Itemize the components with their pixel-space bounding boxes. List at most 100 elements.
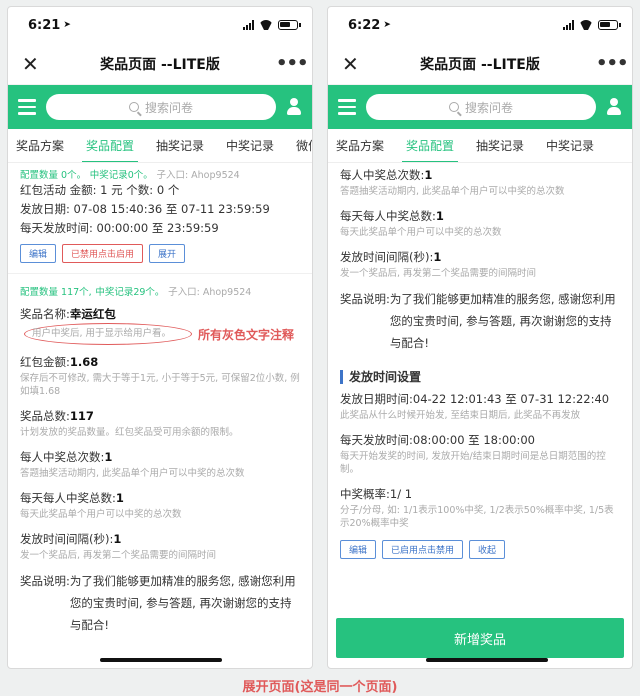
signal-icon xyxy=(563,20,574,30)
search-icon xyxy=(448,102,459,112)
user-icon[interactable] xyxy=(286,98,302,116)
prize-description: 为了我们能够更加精准的服务您, 感谢您利用您的宝贵时间, 参与答题, 再次谢谢您… xyxy=(69,574,296,632)
signal-icon xyxy=(243,20,254,30)
location-arrow-icon: ➤ xyxy=(383,20,391,30)
search-input[interactable]: 搜索问卷 xyxy=(366,94,596,120)
field-label: 每天每人中奖总数: xyxy=(340,209,436,223)
field-note: 答题抽奖活动期内, 此奖品单个用户可以中奖的总次数 xyxy=(20,468,245,479)
location-arrow-icon: ➤ xyxy=(63,20,71,30)
tab-bar: 奖品方案 奖品配置 抽奖记录 中奖记录 xyxy=(328,129,632,163)
field-label: 奖品名称: xyxy=(20,307,70,321)
expand-button[interactable]: 展开 xyxy=(149,244,186,263)
battery-icon xyxy=(278,20,301,30)
section-marker xyxy=(340,369,343,384)
status-bar: 6:21 ➤ xyxy=(8,7,312,43)
menu-icon[interactable] xyxy=(338,99,356,115)
tab-prize-plan[interactable]: 奖品方案 xyxy=(16,129,64,162)
wifi-icon xyxy=(259,20,273,30)
card-stats: 配置数量 117个, 中奖记录29个。 子入口: Ahop9524 xyxy=(20,287,252,298)
field-value: 1.68 xyxy=(69,355,99,369)
wifi-icon xyxy=(579,20,593,30)
tab-draw-records[interactable]: 抽奖记录 xyxy=(156,129,204,162)
field-note: 保存后不可修改, 需大于等于1元, 小于等于5元, 可保留2位小数, 例如填1.… xyxy=(20,373,300,397)
more-icon[interactable]: ••• xyxy=(596,53,629,74)
field-value: 1 xyxy=(115,491,124,505)
card-stats: 配置数量 0个。 中奖记录0个。 子入口: Ahop9524 xyxy=(20,170,240,181)
tab-bar: 奖品方案 奖品配置 抽奖记录 中奖记录 微信文 xyxy=(8,129,312,163)
tab-draw-records[interactable]: 抽奖记录 xyxy=(476,129,524,162)
edit-button[interactable]: 编辑 xyxy=(340,540,377,559)
field-note: 用户中奖后, 用于显示给用户看。 xyxy=(32,328,172,339)
field-label: 每人中奖总次数: xyxy=(340,168,425,182)
header-bar: 搜索问卷 xyxy=(8,85,312,129)
field-note: 每天此奖品单个用户可以中奖的总次数 xyxy=(20,509,182,520)
add-prize-button[interactable]: 新增奖品 xyxy=(336,618,624,658)
close-icon[interactable]: ✕ xyxy=(22,52,44,76)
menu-icon[interactable] xyxy=(18,99,36,115)
field-note: 答题抽奖活动期内, 此奖品单个用户可以中奖的总次数 xyxy=(340,186,565,197)
field-label: 奖品总数: xyxy=(20,409,70,423)
enable-button[interactable]: 已禁用点击启用 xyxy=(62,244,144,263)
prize-description: 为了我们能够更加精准的服务您, 感谢您利用您的宝贵时间, 参与答题, 再次谢谢您… xyxy=(389,292,616,350)
clock: 6:21 xyxy=(28,17,61,33)
tab-win-records[interactable]: 中奖记录 xyxy=(226,129,274,162)
field-note: 分子/分母, 如: 1/1表示100%中奖, 1/2表示50%概率中奖, 1/5… xyxy=(340,505,614,529)
field-label: 发放日期时间: xyxy=(340,392,413,406)
field-value: 117 xyxy=(69,409,94,423)
page-title: 奖品页面 --LITE版 xyxy=(100,56,220,73)
prize-config-list: 配置数量 0个。 中奖记录0个。 子入口: Ahop9524 红包活动 金额: … xyxy=(8,167,312,636)
field-value: 08:00:00 至 18:00:00 xyxy=(412,433,535,447)
field-note: 每天开始发奖的时间, 发放开始/结束日期时间是总日期范围的控制。 xyxy=(340,451,606,475)
status-bar: 6:22 ➤ xyxy=(328,7,632,43)
home-indicator xyxy=(426,658,548,662)
tab-prize-plan[interactable]: 奖品方案 xyxy=(336,129,384,162)
field-label: 每天每人中奖总数: xyxy=(20,491,116,505)
field-value: 04-22 12:01:43 至 07-31 12:22:40 xyxy=(412,392,610,406)
tab-prize-config[interactable]: 奖品配置 xyxy=(402,129,459,162)
collapse-button[interactable]: 收起 xyxy=(469,540,506,559)
annotation-label: 所有灰色文字注释 xyxy=(198,328,295,342)
card-daily-time: 每天发放时间: 00:00:00 至 23:59:59 xyxy=(20,221,219,235)
section-title: 发放时间设置 xyxy=(349,370,422,384)
field-label: 每人中奖总次数: xyxy=(20,450,105,464)
prize-name: 幸运红包 xyxy=(69,307,116,321)
header-bar: 搜索问卷 xyxy=(328,85,632,129)
search-placeholder: 搜索问卷 xyxy=(464,100,513,115)
close-icon[interactable]: ✕ xyxy=(342,52,364,76)
search-input[interactable]: 搜索问卷 xyxy=(46,94,276,120)
page-title: 奖品页面 --LITE版 xyxy=(420,56,540,73)
user-icon[interactable] xyxy=(606,98,622,116)
phone-screenshot-expanded: 6:22 ➤ ✕ 奖品页面 --LITE版 ••• 搜索问卷 奖品方案 奖品配置 … xyxy=(327,6,633,669)
prize-config-detail: 每人中奖总次数:1 答题抽奖活动期内, 此奖品单个用户可以中奖的总次数 每天每人… xyxy=(328,167,632,559)
tab-prize-config[interactable]: 奖品配置 xyxy=(82,129,139,162)
search-placeholder: 搜索问卷 xyxy=(144,100,193,115)
more-icon[interactable]: ••• xyxy=(276,53,309,74)
nav-bar: ✕ 奖品页面 --LITE版 ••• xyxy=(8,43,312,85)
field-value: 1/ 1 xyxy=(389,487,413,501)
field-label: 中奖概率: xyxy=(340,487,390,501)
field-note: 此奖品从什么时候开始发, 至结束日期后, 此奖品不再发放 xyxy=(340,410,581,421)
disable-button[interactable]: 已启用点击禁用 xyxy=(382,540,464,559)
phone-screenshot-collapsed: 6:21 ➤ ✕ 奖品页面 --LITE版 ••• 搜索问卷 奖品方案 奖品配置 … xyxy=(7,6,313,669)
field-label: 每天发放时间: xyxy=(340,433,413,447)
field-note: 每天此奖品单个用户可以中奖的总次数 xyxy=(340,227,502,238)
field-note: 发一个奖品后, 再发第二个奖品需要的间隔时间 xyxy=(20,550,217,561)
field-value: 1 xyxy=(424,168,433,182)
edit-button[interactable]: 编辑 xyxy=(20,244,57,263)
field-value: 1 xyxy=(435,209,444,223)
card-date-range: 发放日期: 07-08 15:40:36 至 07-11 23:59:59 xyxy=(20,202,270,216)
field-label: 红包金额: xyxy=(20,355,70,369)
battery-icon xyxy=(598,20,621,30)
divider xyxy=(8,273,312,274)
field-value: 1 xyxy=(433,250,442,264)
card-summary: 红包活动 金额: 1 元 个数: 0 个 xyxy=(20,183,180,197)
tab-wechat[interactable]: 微信文 xyxy=(296,129,312,162)
tab-win-records[interactable]: 中奖记录 xyxy=(546,129,594,162)
field-label: 发放时间间隔(秒): xyxy=(20,532,114,546)
section-header: 发放时间设置 xyxy=(340,368,620,385)
field-note: 发一个奖品后, 再发第二个奖品需要的间隔时间 xyxy=(340,268,537,279)
clock: 6:22 xyxy=(348,17,381,33)
search-icon xyxy=(128,102,139,112)
home-indicator xyxy=(100,658,222,662)
field-note: 计划发放的奖品数量。红包奖品受可用余额的限制。 xyxy=(20,427,239,438)
